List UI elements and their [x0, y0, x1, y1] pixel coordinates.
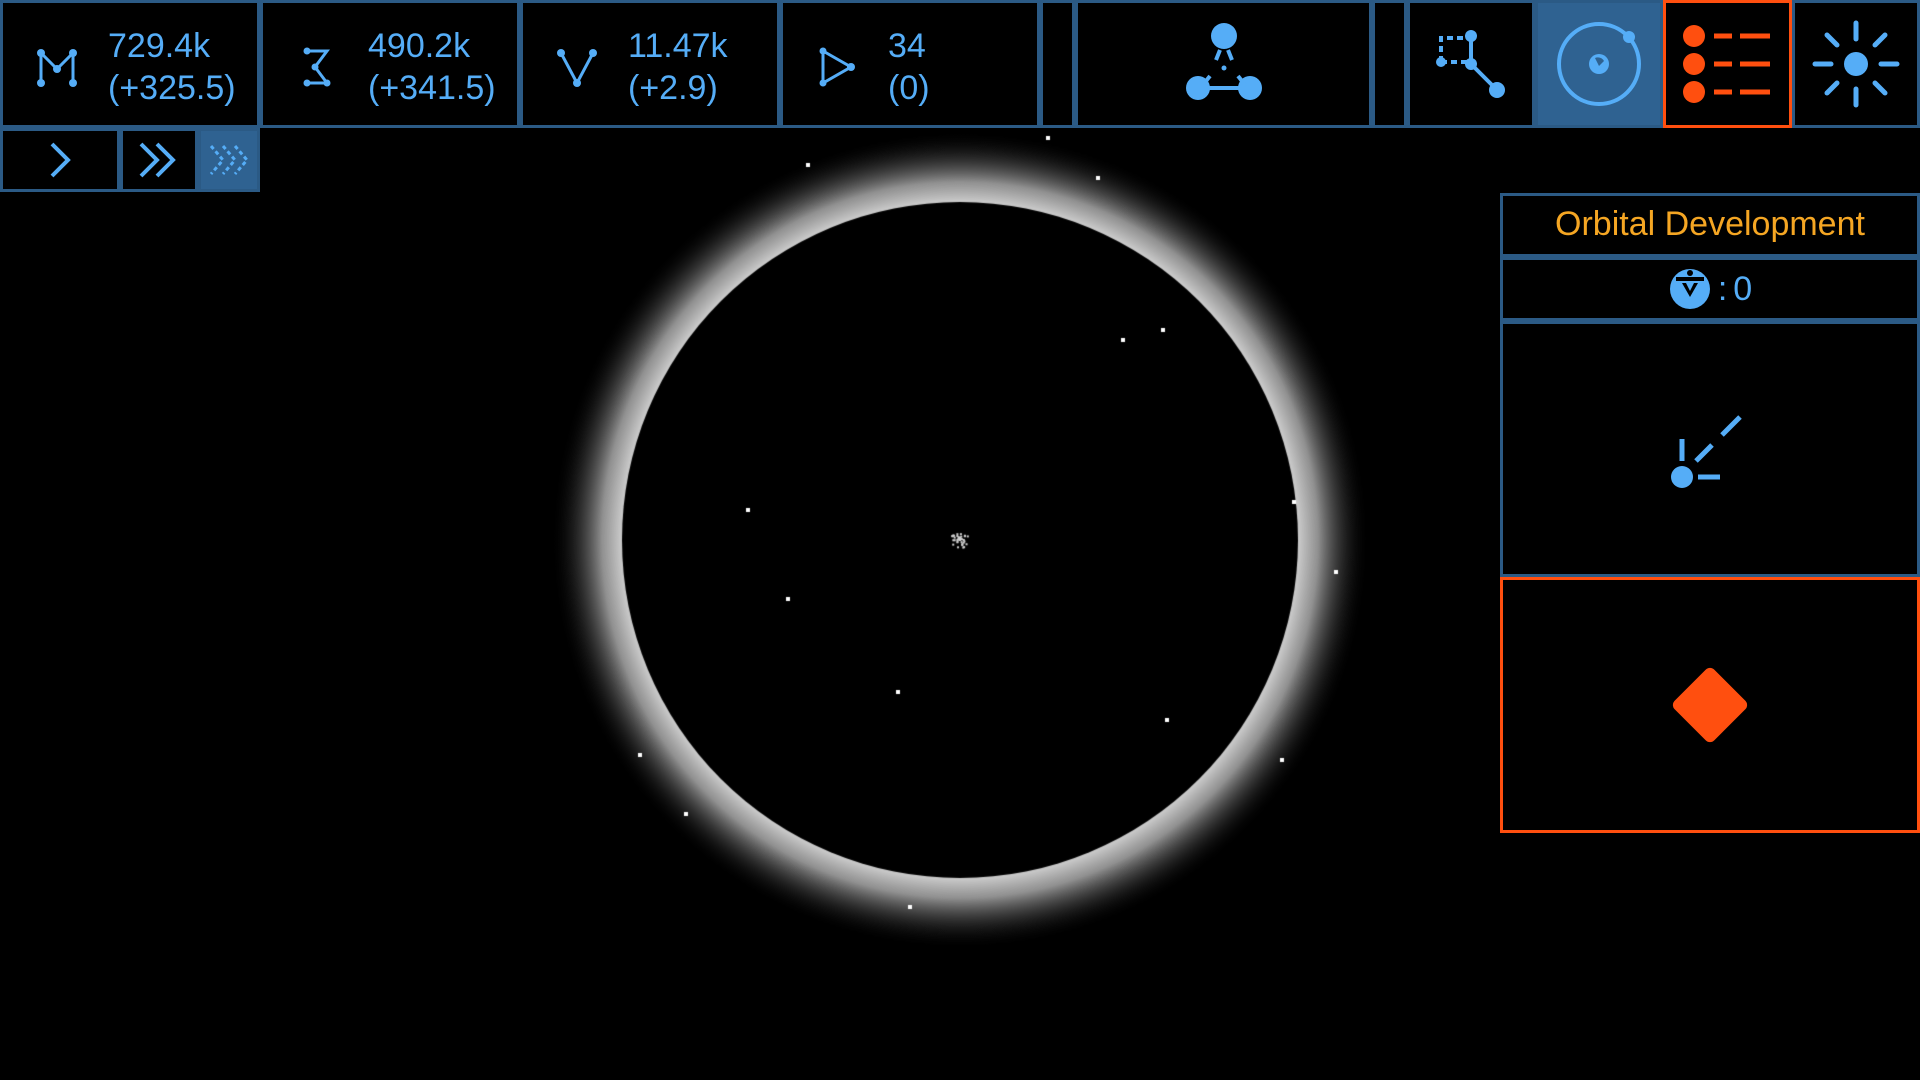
research-network-icon	[1176, 16, 1272, 112]
resource-matter-amount: 729.4k	[108, 25, 236, 67]
research-button[interactable]	[1075, 0, 1372, 128]
resource-energy-amount: 490.2k	[368, 25, 496, 67]
probe-icon	[813, 43, 861, 91]
deploy-button[interactable]	[1500, 321, 1920, 577]
resource-vectors-value: 11.47k (+2.9)	[628, 25, 728, 109]
resource-matter[interactable]: 729.4k (+325.5)	[0, 0, 260, 128]
resource-probes-value: 34 (0)	[888, 25, 930, 109]
resource-matter-rate: (+325.5)	[108, 67, 236, 109]
path-network-button[interactable]	[1407, 0, 1535, 128]
station-counter-row: : 0	[1503, 260, 1917, 318]
task-list-button[interactable]	[1663, 0, 1792, 128]
resource-matter-value: 729.4k (+325.5)	[108, 25, 236, 109]
toolbar-spacer-left	[1040, 0, 1075, 128]
diamond-alert-icon	[1660, 655, 1760, 755]
resource-energy[interactable]: 490.2k (+341.5)	[260, 0, 520, 128]
orbit-view-button[interactable]	[1535, 0, 1663, 128]
panel-title: Orbital Development	[1503, 196, 1917, 252]
speed-1x-button[interactable]	[0, 128, 120, 192]
resource-probes[interactable]: 34 (0)	[780, 0, 1040, 128]
game-screen: 729.4k (+325.5) 490.2k (+341.5) 11.47k (…	[0, 0, 1920, 1080]
matter-icon	[33, 43, 81, 91]
speed-3x-icon	[207, 140, 251, 180]
resource-vectors[interactable]: 11.47k (+2.9)	[520, 0, 780, 128]
resource-probes-rate: (0)	[888, 67, 930, 109]
speed-2x-icon	[135, 140, 183, 180]
deploy-icon	[1660, 399, 1760, 499]
task-list-icon	[1680, 24, 1776, 104]
toolbar-spacer-right	[1372, 0, 1407, 128]
station-icon	[1668, 267, 1712, 311]
vector-icon	[553, 43, 601, 91]
resource-probes-amount: 34	[888, 25, 930, 67]
alert-button[interactable]	[1500, 577, 1920, 833]
settings-button[interactable]	[1792, 0, 1920, 128]
resource-energy-rate: (+341.5)	[368, 67, 496, 109]
resource-energy-value: 490.2k (+341.5)	[368, 25, 496, 109]
orbit-view-icon	[1554, 19, 1644, 109]
settings-sun-icon	[1811, 19, 1901, 109]
speed-3x-button[interactable]	[198, 128, 260, 192]
speed-2x-button[interactable]	[120, 128, 198, 192]
panel-header: Orbital Development	[1500, 193, 1920, 257]
station-counter-value: 0	[1733, 270, 1752, 309]
resource-vectors-rate: (+2.9)	[628, 67, 728, 109]
station-counter: : 0	[1500, 257, 1920, 321]
energy-icon	[293, 43, 341, 91]
resource-vectors-amount: 11.47k	[628, 25, 728, 67]
station-counter-prefix: :	[1718, 270, 1727, 309]
path-network-icon	[1431, 24, 1511, 104]
speed-1x-icon	[40, 140, 80, 180]
